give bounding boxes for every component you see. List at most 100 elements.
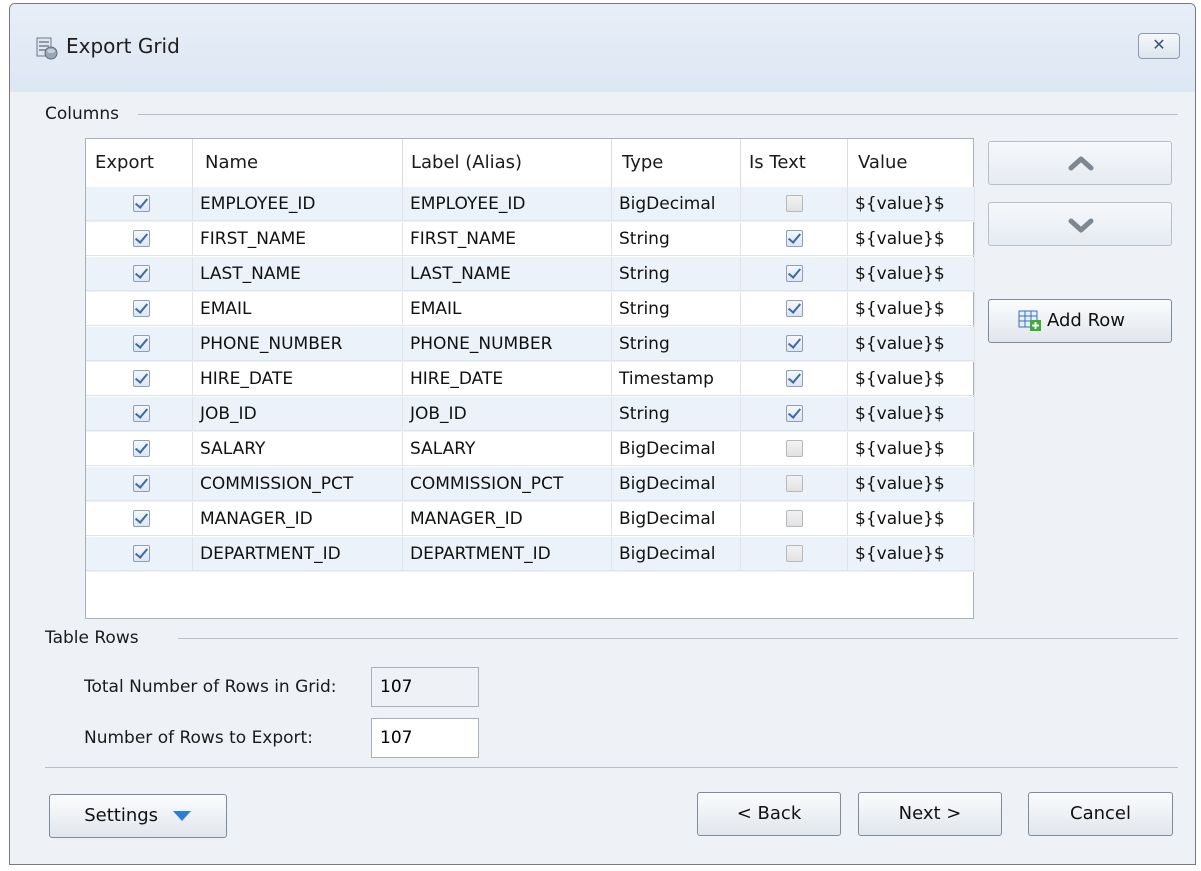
table-row[interactable]: MANAGER_ID MANAGER_ID BigDecimal ${value}$ xyxy=(86,502,975,537)
is-text-checkbox[interactable] xyxy=(786,335,803,352)
is-text-checkbox[interactable] xyxy=(786,545,803,562)
cell-label-alias[interactable]: MANAGER_ID xyxy=(403,502,612,536)
cell-name[interactable]: EMPLOYEE_ID xyxy=(193,187,403,221)
cell-label-alias[interactable]: JOB_ID xyxy=(403,397,612,431)
cell-label-alias[interactable]: LAST_NAME xyxy=(403,257,612,291)
cell-name[interactable]: DEPARTMENT_ID xyxy=(193,537,403,571)
move-up-button[interactable] xyxy=(988,141,1172,185)
cell-value[interactable]: ${value}$ xyxy=(848,502,975,536)
cell-value[interactable]: ${value}$ xyxy=(848,257,975,291)
cell-type[interactable]: String xyxy=(612,397,741,431)
cell-label-alias[interactable]: FIRST_NAME xyxy=(403,222,612,256)
cell-name[interactable]: SALARY xyxy=(193,432,403,466)
cell-value[interactable]: ${value}$ xyxy=(848,187,975,221)
cell-name[interactable]: LAST_NAME xyxy=(193,257,403,291)
cell-label-alias[interactable]: EMPLOYEE_ID xyxy=(403,187,612,221)
cell-type[interactable]: Timestamp xyxy=(612,362,741,396)
is-text-checkbox[interactable] xyxy=(786,510,803,527)
export-checkbox[interactable] xyxy=(133,475,150,492)
export-checkbox[interactable] xyxy=(133,195,150,212)
table-row[interactable]: COMMISSION_PCT COMMISSION_PCT BigDecimal ${… xyxy=(86,467,975,502)
back-button[interactable]: < Back xyxy=(697,792,841,836)
cell-value[interactable]: ${value}$ xyxy=(848,327,975,361)
cancel-button[interactable]: Cancel xyxy=(1028,792,1173,836)
dialog-title: Export Grid xyxy=(66,34,180,58)
header-is-text[interactable]: Is Text xyxy=(741,139,848,187)
cell-value[interactable]: ${value}$ xyxy=(848,292,975,326)
table-row[interactable]: JOB_ID JOB_ID String ${value}$ xyxy=(86,397,975,432)
cell-label-alias[interactable]: HIRE_DATE xyxy=(403,362,612,396)
header-name[interactable]: Name xyxy=(193,139,403,187)
add-row-icon xyxy=(1018,310,1041,331)
table-row[interactable]: SALARY SALARY BigDecimal ${value}$ xyxy=(86,432,975,467)
cell-value[interactable]: ${value}$ xyxy=(848,362,975,396)
add-row-button[interactable]: Add Row xyxy=(988,299,1172,343)
chevron-down-icon xyxy=(1068,218,1094,233)
header-export[interactable]: Export xyxy=(86,139,193,187)
cell-label-alias[interactable]: COMMISSION_PCT xyxy=(403,467,612,501)
cell-type[interactable]: String xyxy=(612,257,741,291)
cell-type[interactable]: BigDecimal xyxy=(612,537,741,571)
export-checkbox[interactable] xyxy=(133,370,150,387)
cell-name[interactable]: EMAIL xyxy=(193,292,403,326)
export-rows-input[interactable]: 107 xyxy=(371,718,479,758)
cell-value[interactable]: ${value}$ xyxy=(848,537,975,571)
table-row[interactable]: DEPARTMENT_ID DEPARTMENT_ID BigDecimal ${va… xyxy=(86,537,975,572)
table-row[interactable]: EMPLOYEE_ID EMPLOYEE_ID BigDecimal ${value}… xyxy=(86,187,975,222)
cell-label-alias[interactable]: DEPARTMENT_ID xyxy=(403,537,612,571)
cell-label-alias[interactable]: SALARY xyxy=(403,432,612,466)
cell-value[interactable]: ${value}$ xyxy=(848,432,975,466)
export-checkbox[interactable] xyxy=(133,440,150,457)
export-checkbox[interactable] xyxy=(133,335,150,352)
cell-value[interactable]: ${value}$ xyxy=(848,222,975,256)
cell-name[interactable]: PHONE_NUMBER xyxy=(193,327,403,361)
is-text-checkbox[interactable] xyxy=(786,195,803,212)
cell-name[interactable]: FIRST_NAME xyxy=(193,222,403,256)
settings-button[interactable]: Settings xyxy=(49,794,227,838)
table-row[interactable]: HIRE_DATE HIRE_DATE Timestamp ${value}$ xyxy=(86,362,975,397)
cell-label-alias[interactable]: PHONE_NUMBER xyxy=(403,327,612,361)
header-value[interactable]: Value xyxy=(848,139,975,187)
cell-type[interactable]: String xyxy=(612,327,741,361)
cell-name[interactable]: COMMISSION_PCT xyxy=(193,467,403,501)
cell-value[interactable]: ${value}$ xyxy=(848,467,975,501)
export-checkbox[interactable] xyxy=(133,510,150,527)
cell-name[interactable]: JOB_ID xyxy=(193,397,403,431)
export-checkbox[interactable] xyxy=(133,230,150,247)
table-rows-section-label: Table Rows xyxy=(45,628,139,648)
cell-type[interactable]: BigDecimal xyxy=(612,187,741,221)
is-text-checkbox[interactable] xyxy=(786,230,803,247)
cell-label-alias[interactable]: EMAIL xyxy=(403,292,612,326)
is-text-checkbox[interactable] xyxy=(786,370,803,387)
next-button[interactable]: Next > xyxy=(858,792,1002,836)
is-text-checkbox[interactable] xyxy=(786,440,803,457)
is-text-checkbox[interactable] xyxy=(786,475,803,492)
is-text-checkbox-cell xyxy=(741,327,848,361)
cell-name[interactable]: HIRE_DATE xyxy=(193,362,403,396)
table-row[interactable]: FIRST_NAME FIRST_NAME String ${value}$ xyxy=(86,222,975,257)
cell-value[interactable]: ${value}$ xyxy=(848,397,975,431)
export-checkbox[interactable] xyxy=(133,545,150,562)
header-label-alias[interactable]: Label (Alias) xyxy=(403,139,612,187)
is-text-checkbox[interactable] xyxy=(786,265,803,282)
is-text-checkbox[interactable] xyxy=(786,300,803,317)
table-row[interactable]: EMAIL EMAIL String ${value}$ xyxy=(86,292,975,327)
columns-grid[interactable]: Export Name Label (Alias) Type Is Text V… xyxy=(85,138,975,619)
table-row[interactable]: LAST_NAME LAST_NAME String ${value}$ xyxy=(86,257,975,292)
cell-type[interactable]: BigDecimal xyxy=(612,502,741,536)
cell-type[interactable]: BigDecimal xyxy=(612,432,741,466)
export-checkbox[interactable] xyxy=(133,405,150,422)
is-text-checkbox[interactable] xyxy=(786,405,803,422)
close-button[interactable]: ✕ xyxy=(1138,33,1180,59)
cell-type[interactable]: String xyxy=(612,292,741,326)
export-checkbox[interactable] xyxy=(133,265,150,282)
cell-type[interactable]: BigDecimal xyxy=(612,467,741,501)
export-checkbox-cell xyxy=(86,362,193,396)
cell-type[interactable]: String xyxy=(612,222,741,256)
move-down-button[interactable] xyxy=(988,202,1172,246)
header-type[interactable]: Type xyxy=(612,139,741,187)
cell-name[interactable]: MANAGER_ID xyxy=(193,502,403,536)
export-checkbox-cell xyxy=(86,292,193,326)
table-row[interactable]: PHONE_NUMBER PHONE_NUMBER String ${value}$ xyxy=(86,327,975,362)
export-checkbox[interactable] xyxy=(133,300,150,317)
